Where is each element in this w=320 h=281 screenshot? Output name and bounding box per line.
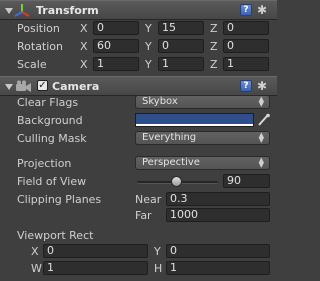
scale-z-label[interactable]: Z (210, 58, 218, 71)
transform-header[interactable]: Transform ? ✱ (0, 0, 277, 20)
projection-dropdown[interactable]: Perspective ▲ ▼ (135, 156, 270, 170)
clear-flags-label: Clear Flags (17, 96, 79, 109)
camera-title: Camera (52, 80, 100, 93)
near-field[interactable]: 0.3 (166, 192, 270, 206)
scale-x-label[interactable]: X (80, 58, 88, 71)
projection-label: Projection (17, 157, 72, 170)
viewport-x-field[interactable]: 0 (43, 244, 148, 258)
rotation-y-field[interactable]: 0 (158, 39, 204, 53)
dropdown-arrows-icon: ▲ ▼ (258, 95, 264, 108)
viewport-rect-label: Viewport Rect (17, 229, 94, 242)
foldout-arrow-icon[interactable] (5, 84, 13, 90)
viewport-w-label[interactable]: W (31, 262, 42, 275)
position-x-field[interactable]: 0 (93, 21, 139, 35)
scale-y-label[interactable]: Y (145, 58, 152, 71)
scale-label: Scale (17, 58, 47, 71)
position-x-label[interactable]: X (80, 22, 88, 35)
camera-header[interactable]: ✓ Camera ? ✱ (0, 76, 277, 96)
clear-flags-dropdown[interactable]: Skybox ▲ ▼ (135, 95, 270, 109)
gear-icon[interactable]: ✱ (257, 80, 267, 92)
camera-icon (16, 80, 31, 92)
viewport-y-field[interactable]: 0 (166, 244, 270, 258)
background-color-swatch[interactable] (135, 113, 254, 127)
viewport-y-label[interactable]: Y (154, 245, 161, 258)
rotation-z-field[interactable]: 0 (223, 39, 269, 53)
fov-label: Field of View (17, 175, 87, 188)
rotation-label: Rotation (17, 40, 64, 53)
background-label: Background (17, 114, 83, 127)
viewport-h-field[interactable]: 1 (166, 261, 270, 275)
culling-mask-dropdown[interactable]: Everything ▲ ▼ (135, 131, 270, 145)
scale-z-field[interactable]: 1 (223, 57, 269, 71)
projection-value: Perspective (142, 157, 200, 168)
gear-icon[interactable]: ✱ (257, 4, 267, 16)
viewport-x-label[interactable]: X (31, 245, 39, 258)
rotation-x-field[interactable]: 60 (93, 39, 139, 53)
near-label[interactable]: Near (135, 193, 161, 206)
foldout-arrow-icon[interactable] (5, 8, 13, 14)
rotation-y-label[interactable]: Y (145, 40, 152, 53)
camera-enabled-checkbox[interactable]: ✓ (37, 80, 48, 91)
dropdown-arrows-icon: ▲ ▼ (258, 131, 264, 144)
transform-axes-icon (14, 4, 30, 17)
culling-mask-label: Culling Mask (17, 132, 87, 145)
rotation-x-label[interactable]: X (80, 40, 88, 53)
clipping-planes-label: Clipping Planes (17, 193, 102, 206)
position-z-label[interactable]: Z (210, 22, 218, 35)
position-y-field[interactable]: 15 (158, 21, 204, 35)
viewport-h-label[interactable]: H (154, 262, 162, 275)
rotation-z-label[interactable]: Z (210, 40, 218, 53)
position-z-field[interactable]: 0 (223, 21, 269, 35)
transform-title: Transform (36, 4, 99, 17)
help-icon[interactable]: ? (240, 80, 252, 92)
far-label[interactable]: Far (135, 209, 152, 222)
help-icon[interactable]: ? (240, 4, 252, 16)
scale-y-field[interactable]: 1 (158, 57, 204, 71)
position-y-label[interactable]: Y (145, 22, 152, 35)
position-label: Position (17, 22, 60, 35)
viewport-w-field[interactable]: 1 (43, 261, 148, 275)
eyedropper-icon[interactable] (257, 113, 270, 127)
far-field[interactable]: 1000 (166, 208, 270, 222)
fov-field[interactable]: 90 (223, 174, 270, 188)
alpha-bar (136, 124, 253, 126)
clear-flags-value: Skybox (142, 96, 178, 107)
fov-slider-thumb[interactable] (171, 176, 182, 187)
culling-mask-value: Everything (142, 132, 197, 143)
dropdown-arrows-icon: ▲ ▼ (258, 156, 264, 169)
scale-x-field[interactable]: 1 (93, 57, 139, 71)
